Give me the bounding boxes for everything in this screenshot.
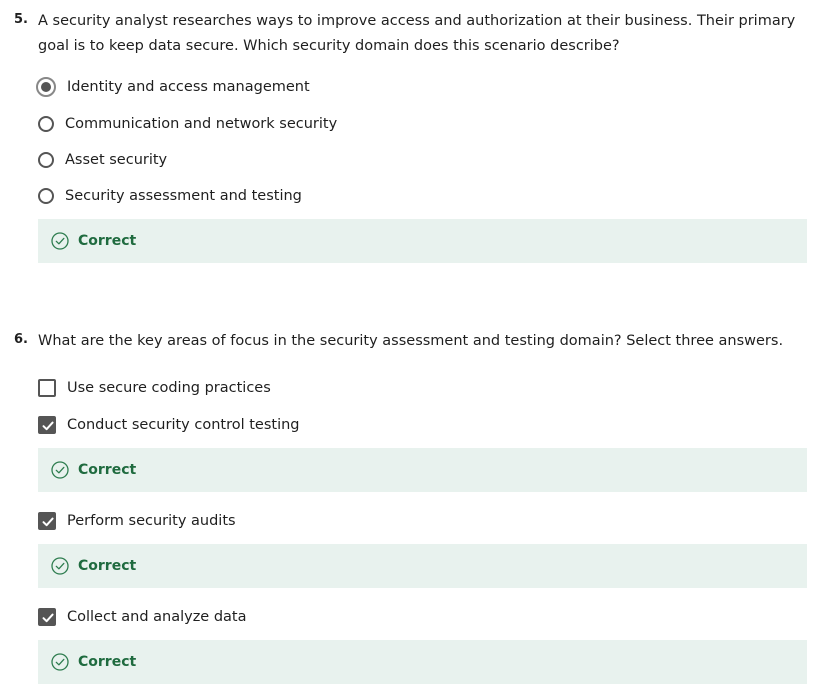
radio-option-identity-access[interactable]: Identity and access management [36, 76, 310, 98]
radio-option-communication-network[interactable]: Communication and network security [38, 113, 337, 135]
checkmark-icon [42, 613, 54, 623]
radio-unselected[interactable] [38, 116, 54, 132]
radio-unselected[interactable] [38, 188, 54, 204]
check-circle-icon [51, 557, 69, 575]
checkbox-unchecked[interactable] [38, 379, 56, 397]
checkbox-checked[interactable] [38, 512, 56, 530]
feedback-label: Correct [78, 558, 137, 574]
checkbox-option-control-testing[interactable]: Conduct security control testing [38, 414, 300, 436]
radio-selected[interactable] [36, 77, 56, 97]
radio-option-asset-security[interactable]: Asset security [38, 149, 167, 171]
question-text: What are the key areas of focus in the s… [38, 333, 784, 349]
checkbox-option-security-audits[interactable]: Perform security audits [38, 510, 236, 532]
check-circle-icon [51, 461, 69, 479]
feedback-correct: Correct [38, 544, 807, 588]
question-number: 5. [14, 12, 28, 27]
option-label: Asset security [65, 152, 168, 168]
option-label: Conduct security control testing [67, 417, 300, 433]
feedback-correct: Correct [38, 219, 807, 263]
question-number: 6. [14, 332, 28, 347]
feedback-label: Correct [78, 654, 137, 670]
radio-option-assessment-testing[interactable]: Security assessment and testing [38, 185, 302, 207]
checkmark-icon [42, 421, 54, 431]
feedback-correct: Correct [38, 640, 807, 684]
option-label: Perform security audits [67, 513, 236, 529]
check-circle-icon [51, 653, 69, 671]
checkbox-option-secure-coding[interactable]: Use secure coding practices [38, 377, 271, 399]
option-label: Identity and access management [67, 79, 310, 95]
checkbox-option-collect-analyze[interactable]: Collect and analyze data [38, 606, 247, 628]
option-label: Collect and analyze data [67, 609, 247, 625]
feedback-label: Correct [78, 462, 137, 478]
checkbox-checked[interactable] [38, 608, 56, 626]
feedback-label: Correct [78, 233, 137, 249]
radio-unselected[interactable] [38, 152, 54, 168]
option-label: Communication and network security [65, 116, 338, 132]
checkmark-icon [42, 517, 54, 527]
question-text: A security analyst researches ways to im… [38, 13, 796, 54]
option-label: Security assessment and testing [65, 188, 302, 204]
feedback-correct: Correct [38, 448, 807, 492]
check-circle-icon [51, 232, 69, 250]
checkbox-checked[interactable] [38, 416, 56, 434]
option-label: Use secure coding practices [67, 380, 271, 396]
